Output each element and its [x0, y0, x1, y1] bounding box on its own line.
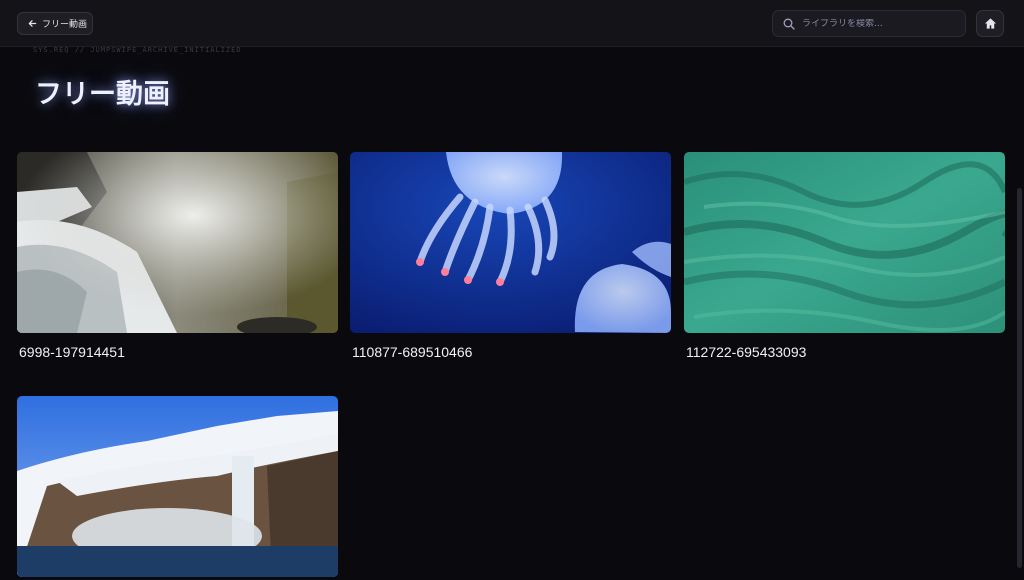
system-status-line: SYS.REQ // JUMPSWIPE_ARCHIVE_INITIALIZED [33, 46, 242, 54]
video-thumbnail[interactable] [17, 152, 338, 333]
top-bar: フリー動画 [0, 0, 1024, 47]
arrow-left-icon [28, 20, 37, 27]
back-button[interactable]: フリー動画 [17, 12, 93, 35]
video-card[interactable]: 112722-695433093 [684, 152, 1005, 360]
scrollbar[interactable] [1017, 188, 1022, 568]
video-card[interactable]: 110877-689510466 [350, 152, 671, 360]
back-button-label: フリー動画 [42, 20, 88, 30]
search-box[interactable] [772, 10, 966, 37]
home-icon [984, 18, 996, 29]
video-title: 110877-689510466 [352, 344, 473, 360]
video-thumbnail[interactable] [684, 152, 1005, 333]
search-icon [783, 18, 795, 30]
video-thumbnail[interactable] [350, 152, 671, 333]
page-title: フリー動画 [35, 79, 170, 110]
home-button[interactable] [976, 10, 1004, 37]
video-card[interactable] [17, 396, 338, 580]
video-thumbnail[interactable] [17, 396, 338, 577]
video-title: 6998-197914451 [19, 344, 125, 360]
search-input[interactable] [802, 18, 952, 29]
video-card[interactable]: 6998-197914451 [17, 152, 338, 360]
video-title: 112722-695433093 [686, 344, 807, 360]
